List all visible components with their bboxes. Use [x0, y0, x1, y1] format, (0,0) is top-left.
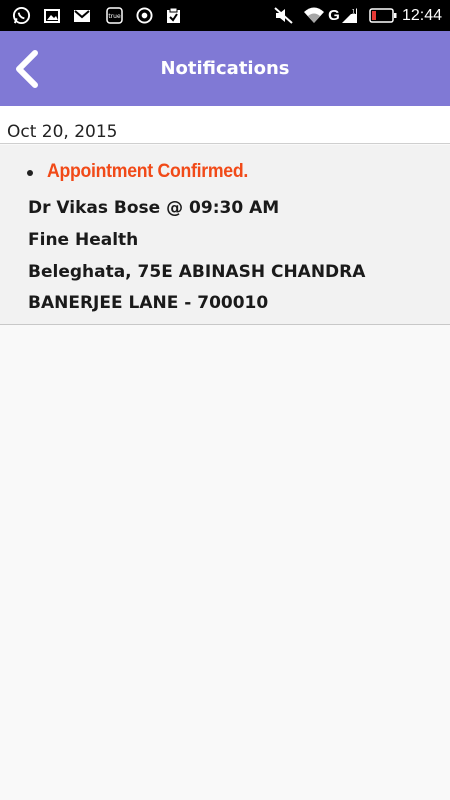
clipboard-icon [163, 6, 183, 25]
app-bar: Notifications [0, 31, 450, 106]
whatsapp-icon [10, 6, 32, 25]
svg-text:true: true [108, 13, 121, 20]
chrome-icon [134, 6, 154, 25]
address-line-1: Beleghata, 75E ABINASH CHANDRA [28, 262, 366, 282]
signal-icon: G 1 [328, 7, 357, 24]
bullet-icon [27, 170, 33, 176]
doctor-time-text: Dr Vikas Bose @ 09:30 AM [28, 198, 280, 218]
mute-icon [272, 6, 296, 25]
wifi-icon [302, 6, 326, 25]
status-time: 12:44 [401, 7, 442, 24]
page-title: Notifications [160, 58, 290, 79]
gmail-icon [72, 6, 92, 25]
address-line-2: BANERJEE LANE - 700010 [28, 293, 269, 313]
status-bar: true G 1 12:44 [0, 0, 450, 31]
date-header: Oct 20, 2015 [0, 106, 450, 144]
svg-text:1: 1 [351, 9, 355, 16]
battery-icon [368, 6, 398, 25]
notification-item[interactable]: Appointment Confirmed. Dr Vikas Bose @ 0… [0, 145, 450, 325]
truecaller-icon: true [104, 6, 124, 25]
gallery-icon [42, 6, 62, 25]
clinic-name-text: Fine Health [28, 230, 139, 250]
notification-title: Appointment Confirmed. [47, 161, 248, 182]
date-label: Oct 20, 2015 [7, 122, 118, 142]
